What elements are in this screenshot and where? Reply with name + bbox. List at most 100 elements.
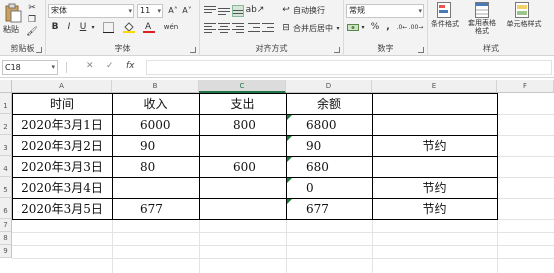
phonetic-button[interactable]: wén [162, 21, 180, 33]
row-header-8[interactable]: 8 [0, 232, 12, 245]
row-header-2[interactable]: 2 [0, 114, 12, 135]
row-header-9[interactable]: 9 [0, 245, 12, 258]
cancel-icon[interactable]: ✕ [86, 61, 94, 71]
name-box[interactable]: C18 ▾ [2, 60, 58, 75]
cell-styles-icon[interactable] [514, 2, 530, 18]
table-cell[interactable] [372, 156, 497, 177]
clipboard-launcher-icon[interactable] [36, 47, 42, 53]
table-cell[interactable]: 90 [112, 135, 199, 156]
column-header-d[interactable]: D [286, 80, 372, 93]
row-header-4[interactable]: 4 [0, 156, 12, 177]
table-cell[interactable]: 0 [286, 177, 372, 198]
paste-button-label[interactable]: 粘贴 [0, 24, 22, 34]
table-cell[interactable]: 2020年3月4日 [12, 177, 112, 198]
italic-button[interactable]: I [64, 21, 74, 33]
table-cell[interactable] [199, 135, 286, 156]
column-header-b[interactable]: B [112, 80, 199, 93]
table-cell[interactable] [199, 177, 286, 198]
spreadsheet-grid[interactable]: ABCDEF 123456789 时间 收入 支出 余额 2020年3月1日 6000 80… [0, 80, 554, 273]
error-indicator-icon[interactable] [287, 115, 292, 120]
select-all-corner[interactable] [0, 80, 12, 93]
align-left-icon[interactable] [204, 22, 216, 34]
formula-input[interactable] [146, 60, 552, 75]
table-cell[interactable] [199, 198, 286, 219]
table-cell[interactable]: 节约 [372, 198, 497, 219]
column-header-c[interactable]: C [199, 80, 286, 93]
table-header-cell[interactable] [372, 93, 497, 114]
percent-button[interactable]: % [370, 21, 380, 33]
chevron-down-icon[interactable]: ▾ [335, 22, 341, 34]
table-cell[interactable]: 节约 [372, 177, 497, 198]
font-name-select[interactable]: 宋体 ▾ [48, 4, 134, 18]
table-cell[interactable]: 80 [112, 156, 199, 177]
row-header-1[interactable]: 1 [0, 93, 12, 114]
conditional-format-icon[interactable] [436, 2, 452, 18]
table-cell[interactable]: 节约 [372, 135, 497, 156]
table-cell[interactable]: 600 [199, 156, 286, 177]
fill-color-icon[interactable] [122, 21, 136, 33]
orientation-icon[interactable]: ab↗ [246, 4, 265, 16]
format-painter-icon[interactable]: 🖌 [26, 27, 38, 37]
font-launcher-icon[interactable] [190, 47, 196, 53]
number-launcher-icon[interactable] [418, 47, 424, 53]
table-header-cell[interactable]: 支出 [199, 93, 286, 114]
enter-icon[interactable]: ✓ [106, 61, 114, 71]
table-cell[interactable]: 677 [286, 198, 372, 219]
wrap-text-button[interactable]: 自动换行 [293, 4, 339, 16]
border-icon[interactable] [102, 21, 114, 33]
table-cell[interactable]: 680 [286, 156, 372, 177]
increase-indent-icon[interactable] [262, 22, 274, 34]
error-indicator-icon[interactable] [287, 178, 292, 183]
chevron-down-icon[interactable]: ▾ [90, 21, 96, 33]
table-cell[interactable]: 2020年3月2日 [12, 135, 112, 156]
row-header-7[interactable]: 7 [0, 219, 12, 232]
column-header-a[interactable]: A [12, 80, 112, 93]
decrease-indent-icon[interactable] [248, 22, 260, 34]
currency-icon[interactable] [346, 21, 360, 33]
error-indicator-icon[interactable] [287, 199, 292, 204]
table-cell[interactable] [372, 114, 497, 135]
table-cell[interactable]: 800 [199, 114, 286, 135]
row-header-5[interactable]: 5 [0, 177, 12, 198]
underline-button[interactable]: U [78, 21, 88, 33]
wrap-text-icon[interactable]: ↩ [280, 4, 292, 16]
font-size-select[interactable]: 11 ▾ [137, 4, 163, 18]
row-header-3[interactable]: 3 [0, 135, 12, 156]
table-cell[interactable]: 2020年3月1日 [12, 114, 112, 135]
error-indicator-icon[interactable] [287, 136, 292, 141]
table-cell[interactable]: 677 [112, 198, 199, 219]
column-header-e[interactable]: E [372, 80, 497, 93]
row-header-6[interactable]: 6 [0, 198, 12, 219]
error-indicator-icon[interactable] [287, 157, 292, 162]
shrink-font-button[interactable]: A˅ [181, 4, 193, 16]
align-center-icon[interactable] [218, 22, 230, 34]
align-right-icon[interactable] [232, 22, 244, 34]
cell-styles-button[interactable]: 单元格样式 [504, 19, 544, 29]
table-cell[interactable]: 2020年3月3日 [12, 156, 112, 177]
format-as-table-icon[interactable] [474, 2, 490, 18]
font-color-icon[interactable]: A [142, 21, 156, 33]
cut-icon[interactable]: ✂ [26, 3, 38, 13]
merge-center-button[interactable]: 合并后居中 [293, 22, 335, 34]
bold-button[interactable]: B [50, 21, 60, 33]
table-header-cell[interactable]: 余额 [286, 93, 372, 114]
table-cell[interactable] [112, 177, 199, 198]
copy-icon[interactable]: ❐ [26, 15, 38, 25]
table-cell[interactable]: 90 [286, 135, 372, 156]
table-cell[interactable]: 6000 [112, 114, 199, 135]
align-middle-icon[interactable] [218, 5, 230, 17]
alignment-launcher-icon[interactable] [334, 47, 340, 53]
increase-decimal-icon[interactable]: .0← [396, 21, 408, 33]
chevron-down-icon[interactable]: ▾ [360, 21, 366, 33]
table-cell[interactable]: 2020年3月5日 [12, 198, 112, 219]
comma-button[interactable]: , [384, 21, 392, 33]
conditional-format-button[interactable]: 条件格式 [428, 19, 462, 29]
column-header-f[interactable]: F [497, 80, 554, 93]
decrease-decimal-icon[interactable]: .00→ [409, 21, 424, 33]
insert-function-button[interactable]: fx [126, 61, 135, 71]
paste-icon[interactable] [2, 2, 24, 24]
table-cell[interactable]: 6800 [286, 114, 372, 135]
grow-font-button[interactable]: A˄ [167, 4, 179, 16]
table-header-cell[interactable]: 时间 [12, 93, 112, 114]
format-as-table-button[interactable]: 套用表格格式 [466, 19, 498, 35]
